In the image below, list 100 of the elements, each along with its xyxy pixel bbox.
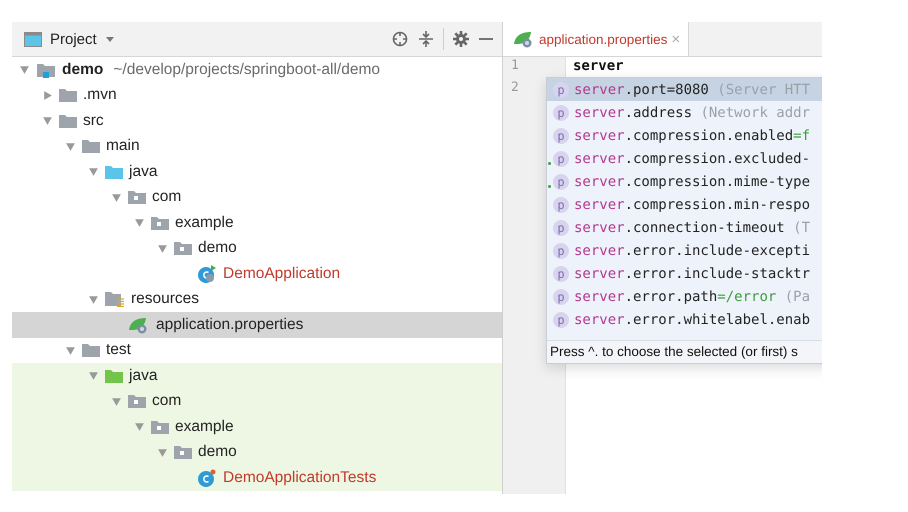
expanded-arrow-icon[interactable] [157, 446, 168, 458]
completion-text: server.compression.enabled=f [574, 128, 810, 144]
tree-row[interactable]: example [12, 210, 502, 236]
tree-item-label: demo [62, 60, 104, 79]
completion-item[interactable]: p server.port=8080 (Server HTT [547, 78, 822, 101]
completion-item[interactable]: p server.compression.mime-type [547, 170, 822, 193]
completion-item[interactable]: p server.compression.excluded- [547, 147, 822, 170]
expanded-arrow-icon[interactable] [134, 217, 145, 228]
editor-tab[interactable]: application.properties × [503, 22, 690, 56]
collapse-all-icon[interactable] [417, 30, 435, 48]
line-number: 1 [510, 58, 520, 75]
path-text: ~/develop/projects/springboot-all/demo [113, 60, 380, 79]
tree-row[interactable]: demo [12, 236, 502, 261]
tree-row[interactable]: .mvn [12, 82, 502, 108]
expanded-arrow-icon[interactable] [157, 242, 168, 254]
property-badge: p [553, 196, 569, 212]
package-folder-icon [174, 241, 192, 256]
completion-item[interactable]: p server.error.path=/error (Pa [547, 285, 822, 308]
completion-text: server.error.whitelabel.enab [574, 312, 810, 328]
completion-text: server.connection-timeout (T [574, 220, 810, 236]
tree-row[interactable]: DemoApplication [12, 261, 502, 286]
tree-row[interactable]: main [12, 134, 502, 159]
tree-item-label: DemoApplicationTests [223, 468, 376, 487]
expanded-arrow-icon[interactable] [65, 344, 76, 356]
folder-icon [59, 88, 77, 102]
completion-text: server.address (Network addr [574, 104, 810, 120]
package-folder-icon [128, 394, 146, 408]
tree-row[interactable]: test [12, 338, 502, 363]
completion-text: server.compression.mime-type [574, 174, 810, 190]
tree-item-label: demo [198, 443, 237, 462]
expanded-arrow-icon[interactable] [88, 166, 99, 178]
class-icon [197, 468, 217, 487]
package-folder-icon [151, 420, 169, 434]
property-badge: p [553, 150, 569, 166]
expanded-arrow-icon[interactable] [65, 140, 76, 152]
tree-row[interactable]: DemoApplicationTests [12, 465, 502, 490]
folder-icon [105, 164, 123, 179]
expanded-arrow-icon[interactable] [111, 396, 122, 407]
line-number: 2 [510, 80, 520, 97]
tree-item-label: test [106, 341, 131, 360]
folder-icon [105, 368, 123, 383]
completion-item[interactable]: p server.connection-timeout (T [547, 216, 822, 239]
tree-item-label: example [175, 418, 234, 436]
tree-item-label: com [152, 392, 182, 410]
tree-item-label: example [175, 214, 234, 232]
tree-row[interactable]: resources [12, 286, 502, 312]
tree-item-label: com [152, 188, 182, 206]
tree-row[interactable]: com [12, 184, 502, 210]
tree-row[interactable]: com [12, 388, 502, 414]
tree-item-label: .mvn [83, 86, 117, 104]
property-badge: p [553, 128, 569, 144]
property-badge: p [553, 104, 569, 120]
expanded-arrow-icon[interactable] [88, 370, 99, 382]
panel-title[interactable]: Project [50, 30, 97, 48]
completion-text: server.error.include-excepti [574, 242, 810, 258]
completion-item[interactable]: p server.error.whitelabel.enab [547, 308, 822, 331]
expanded-arrow-icon[interactable] [111, 192, 122, 203]
collapsed-arrow-icon[interactable] [42, 90, 53, 101]
expanded-arrow-icon[interactable] [134, 421, 145, 432]
expanded-arrow-icon[interactable] [42, 115, 53, 126]
tree-row[interactable]: application.properties [12, 312, 502, 338]
dropdown-caret-icon[interactable] [104, 35, 115, 43]
tree-item-label: src [83, 112, 104, 130]
code-text: server [573, 58, 624, 74]
property-badge: p [553, 312, 569, 328]
tree-row[interactable]: java [12, 363, 502, 388]
package-folder-icon [174, 445, 192, 460]
class-icon [197, 264, 217, 283]
module-folder-icon [36, 62, 56, 78]
tree-row[interactable]: example [12, 414, 502, 440]
folder-icon [82, 139, 100, 154]
tree-item-label: main [106, 137, 140, 156]
tree-row[interactable]: java [12, 159, 502, 184]
completion-item[interactable]: p server.error.include-stacktr [547, 262, 822, 285]
completion-text: server.port=8080 (Server HTT [574, 82, 810, 98]
completion-text: server.compression.excluded- [574, 150, 810, 166]
completion-item[interactable]: p server.error.include-excepti [547, 239, 822, 262]
settings-icon[interactable] [452, 30, 470, 48]
folder-icon [59, 114, 77, 128]
tree-row[interactable]: demo [12, 440, 502, 465]
folder-icon [82, 343, 100, 358]
tree-item-label: demo [198, 239, 237, 258]
property-badge: p [553, 288, 569, 304]
property-badge: p [553, 82, 569, 98]
property-badge: p [553, 174, 569, 190]
crosshair-icon[interactable] [391, 30, 409, 48]
completion-text: server.compression.min-respo [574, 196, 810, 212]
tree-row[interactable]: src [12, 108, 502, 134]
completion-item[interactable]: p server.compression.min-respo [547, 193, 822, 216]
completion-text: server.error.path=/error (Pa [574, 288, 810, 304]
tree-item-label: resources [131, 290, 200, 308]
completion-item[interactable]: p server.address (Network addr [547, 101, 822, 124]
tree-item-label: application.properties [156, 316, 304, 334]
property-badge: p [553, 220, 569, 236]
hint-text: Press ^. to choose the selected (or first) s [547, 340, 822, 363]
tree-row[interactable]: demo ~/develop/projects/springboot-all/demo [12, 57, 502, 82]
expanded-arrow-icon[interactable] [88, 294, 99, 305]
panel-icon [24, 32, 42, 46]
completion-item[interactable]: p server.compression.enabled=f [547, 124, 822, 147]
expanded-arrow-icon[interactable] [19, 64, 30, 76]
